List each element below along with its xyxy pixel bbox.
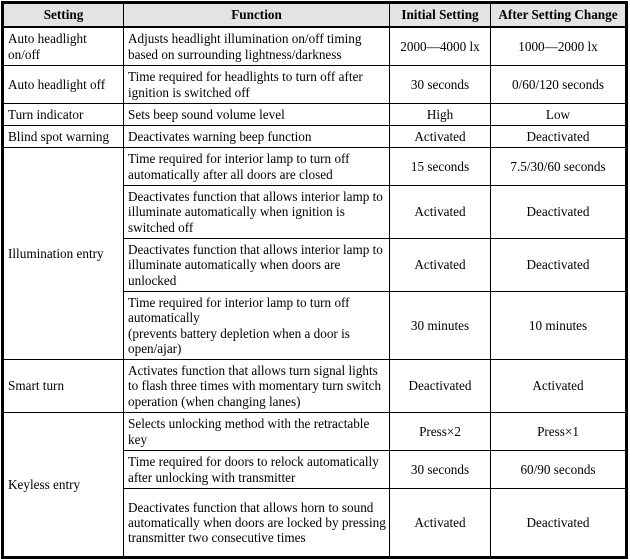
cell-function: Sets beep sound volume level: [123, 103, 390, 126]
cell-initial-setting: 15 seconds: [389, 147, 491, 186]
table-header-row: Setting Function Initial Setting After S…: [2, 2, 627, 28]
table-body: Auto headlight on/off Adjusts headlight …: [2, 26, 627, 558]
table-row: Smart turn Activates function that allow…: [2, 359, 627, 413]
cell-initial-setting: 2000—4000 lx: [389, 26, 491, 66]
cell-after-setting-change: Deactivated: [490, 125, 627, 148]
cell-initial-setting: 30 minutes: [389, 291, 491, 360]
cell-function: Deactivates function that allows interio…: [123, 185, 390, 239]
table-header: Setting Function Initial Setting After S…: [2, 2, 627, 28]
cell-initial-setting: Press×2: [389, 412, 491, 451]
cell-function: Time required for doors to relock automa…: [123, 450, 390, 489]
cell-initial-setting: 30 seconds: [389, 65, 491, 104]
cell-after-setting-change: 10 minutes: [490, 291, 627, 360]
cell-after-setting-change: Activated: [490, 359, 627, 413]
cell-after-setting-change: Press×1: [490, 412, 627, 451]
cell-function: Deactivates warning beep function: [123, 125, 390, 148]
table-row: Auto headlight on/off Adjusts headlight …: [2, 26, 627, 66]
table-row: Turn indicator Sets beep sound volume le…: [2, 103, 627, 126]
cell-setting-illumination-entry: Illumination entry: [2, 147, 124, 360]
cell-setting: Blind spot warning: [2, 125, 124, 148]
vehicle-settings-table: Setting Function Initial Setting After S…: [1, 1, 628, 559]
cell-after-setting-change: 7.5/30/60 seconds: [490, 147, 627, 186]
cell-after-setting-change: 1000—2000 lx: [490, 26, 627, 66]
cell-function: Activates function that allows turn sign…: [123, 359, 390, 413]
cell-setting: Turn indicator: [2, 103, 124, 126]
table-row: Auto headlight off Time required for hea…: [2, 65, 627, 104]
table-row: Illumination entry Time required for int…: [2, 147, 627, 360]
cell-function: Time required for headlights to turn off…: [123, 65, 390, 104]
cell-initial-setting: Activated: [389, 488, 491, 558]
cell-after-setting-change: 0/60/120 seconds: [490, 65, 627, 104]
cell-setting: Auto headlight on/off: [2, 26, 124, 66]
cell-function: Adjusts headlight illumination on/off ti…: [123, 26, 390, 66]
column-header-function: Function: [123, 2, 390, 28]
cell-initial-setting: Activated: [389, 185, 491, 239]
cell-setting-keyless-entry: Keyless entry: [2, 412, 124, 558]
cell-function: Time required for interior lamp to turn …: [123, 291, 390, 360]
table-row: Blind spot warning Deactivates warning b…: [2, 125, 627, 148]
cell-setting: Auto headlight off: [2, 65, 124, 104]
cell-function: Selects unlocking method with the retrac…: [123, 412, 390, 451]
cell-function: Time required for interior lamp to turn …: [123, 147, 390, 186]
cell-after-setting-change: Deactivated: [490, 488, 627, 558]
column-header-setting: Setting: [2, 2, 124, 28]
table-row: Keyless entry Selects unlocking method w…: [2, 412, 627, 558]
cell-initial-setting: Activated: [389, 125, 491, 148]
cell-function: Deactivates function that allows interio…: [123, 238, 390, 292]
cell-initial-setting: Activated: [389, 238, 491, 292]
cell-setting-smart-turn: Smart turn: [2, 359, 124, 413]
cell-after-setting-change: Deactivated: [490, 185, 627, 239]
cell-initial-setting: Deactivated: [389, 359, 491, 413]
column-header-after-setting-change: After Setting Change: [490, 2, 627, 28]
cell-after-setting-change: 60/90 seconds: [490, 450, 627, 489]
cell-initial-setting: High: [389, 103, 491, 126]
column-header-initial-setting: Initial Setting: [389, 2, 491, 28]
cell-after-setting-change: Low: [490, 103, 627, 126]
cell-initial-setting: 30 seconds: [389, 450, 491, 489]
cell-function: Deactivates function that allows horn to…: [123, 488, 390, 558]
cell-after-setting-change: Deactivated: [490, 238, 627, 292]
